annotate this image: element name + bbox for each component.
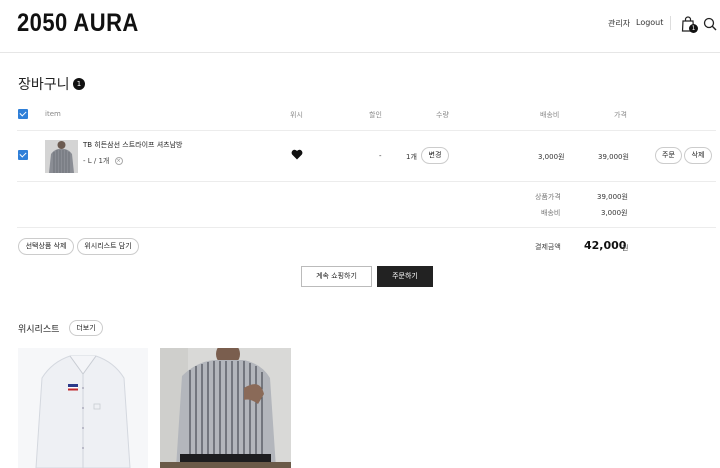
- product-price-label: 상품가격: [535, 193, 561, 201]
- quantity-value: 1개: [406, 153, 417, 161]
- divider: [17, 130, 716, 131]
- total-amount: 42,000: [584, 239, 627, 252]
- product-name[interactable]: TB 히든삼선 스트라이프 셔츠남방: [83, 140, 182, 150]
- site-logo[interactable]: 2050 AURA: [17, 9, 139, 38]
- delete-selected-button[interactable]: 선택상품 삭제: [18, 238, 74, 255]
- divider: [17, 181, 716, 182]
- col-header-wish: 위시: [290, 111, 303, 119]
- logout-link[interactable]: Logout: [636, 18, 663, 27]
- divider: [17, 227, 716, 228]
- order-item-button[interactable]: 주문: [655, 147, 682, 164]
- wishlist-product-image[interactable]: [18, 348, 148, 468]
- admin-link[interactable]: 관리자: [608, 18, 630, 29]
- col-header-discount: 할인: [369, 111, 382, 119]
- total-label: 결제금액: [535, 243, 561, 251]
- product-option-text: - L / 1개: [83, 157, 110, 165]
- wishlist-product-image[interactable]: [160, 348, 291, 468]
- col-header-item: item: [45, 110, 61, 118]
- search-icon[interactable]: [703, 17, 717, 31]
- col-header-shipping: 배송비: [540, 111, 560, 119]
- total-unit: 원: [622, 244, 629, 252]
- heart-icon[interactable]: [291, 149, 303, 160]
- cart-count-badge: 1: [73, 78, 85, 90]
- summary-shipping-label: 배송비: [541, 209, 561, 217]
- row-price: 39,000원: [598, 153, 629, 161]
- col-header-price: 가격: [614, 111, 627, 119]
- col-header-quantity: 수량: [436, 111, 449, 119]
- select-all-checkbox[interactable]: [18, 109, 28, 119]
- product-price-value: 39,000원: [597, 193, 628, 201]
- move-to-wishlist-button[interactable]: 위시리스트 담기: [77, 238, 139, 255]
- cart-title: 장바구니: [18, 77, 70, 93]
- summary-shipping-value: 3,000원: [601, 209, 628, 217]
- checkout-button[interactable]: 주문하기: [377, 266, 433, 287]
- header-divider: [670, 16, 671, 30]
- remove-option-icon[interactable]: ×: [114, 157, 123, 165]
- product-option: - L / 1개 ×: [83, 156, 123, 166]
- delete-item-button[interactable]: 삭제: [684, 147, 712, 164]
- discount-value: -: [379, 152, 382, 160]
- change-quantity-button[interactable]: 변경: [421, 147, 449, 164]
- site-header: 2050 AURA 관리자 Logout 1: [0, 0, 720, 53]
- row-shipping: 3,000원: [538, 153, 565, 161]
- row-checkbox[interactable]: [18, 150, 28, 160]
- wishlist-more-button[interactable]: 더보기: [69, 320, 103, 336]
- continue-shopping-button[interactable]: 계속 쇼핑하기: [301, 266, 372, 287]
- cart-badge: 1: [689, 24, 698, 33]
- wishlist-title: 위시리스트: [18, 325, 60, 335]
- product-thumbnail[interactable]: [45, 140, 78, 173]
